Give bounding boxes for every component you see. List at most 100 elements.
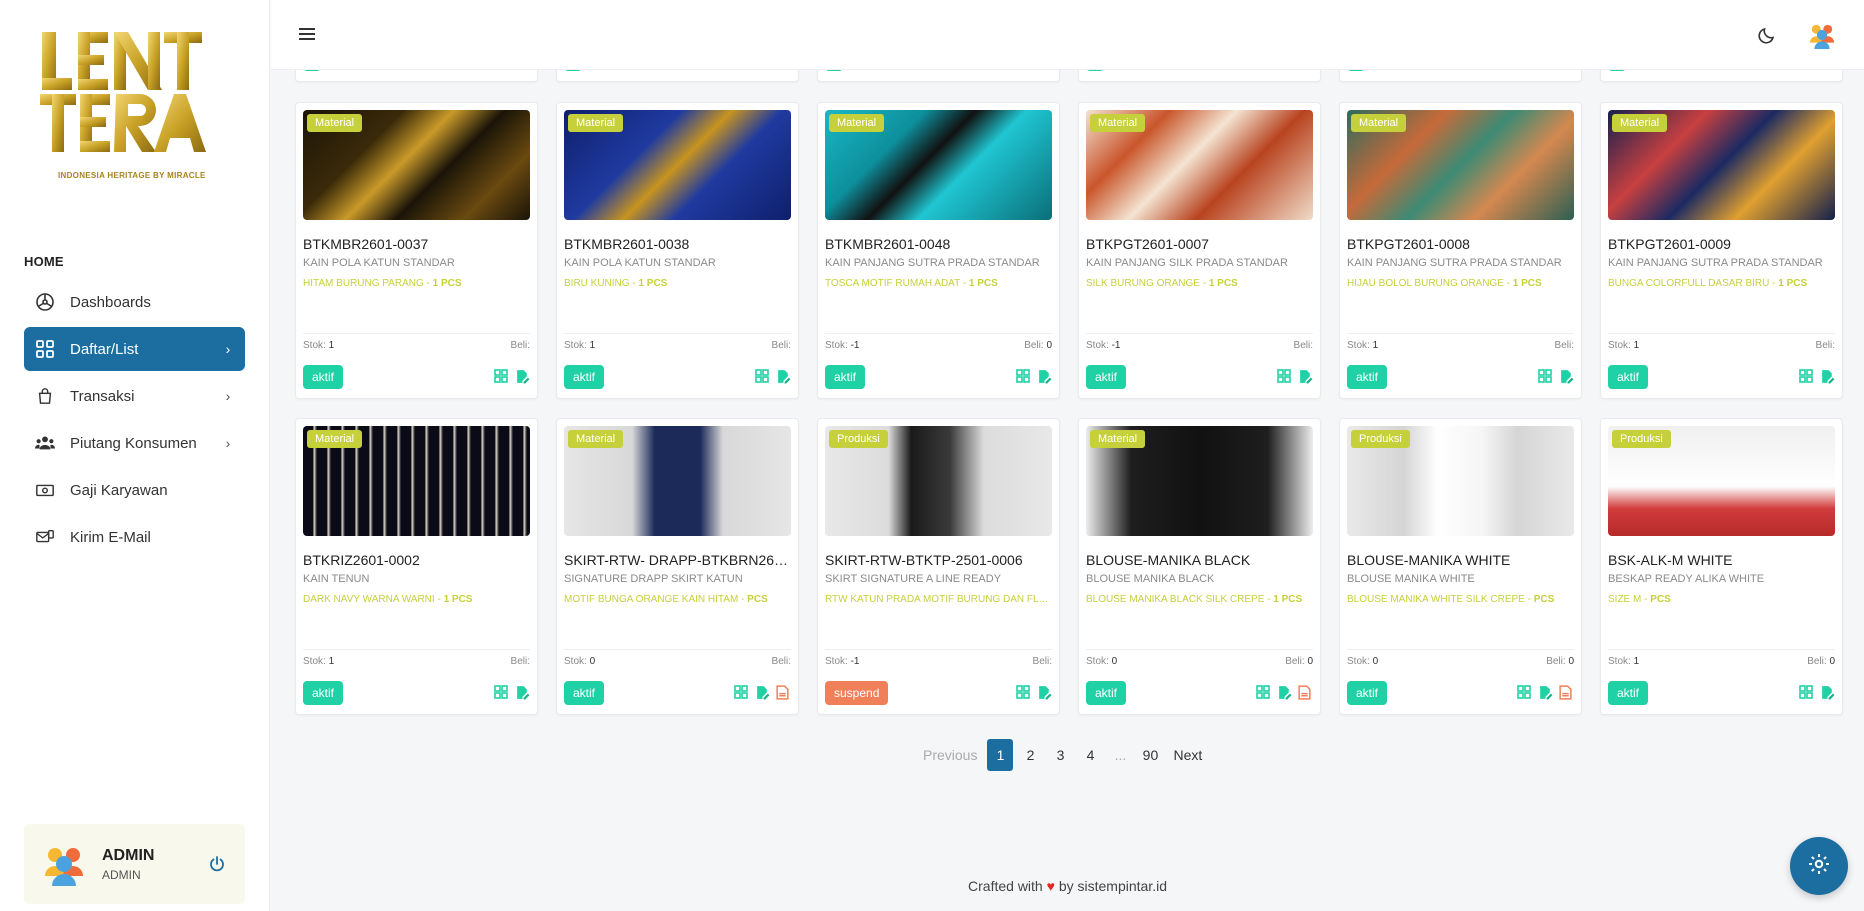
edit-icon[interactable] xyxy=(1820,369,1835,384)
product-image[interactable]: Material xyxy=(825,110,1052,220)
product-image[interactable]: Material xyxy=(564,426,791,536)
product-image[interactable]: Material xyxy=(1608,110,1835,220)
sidebar-item-piutang-konsumen[interactable]: Piutang Konsumen › xyxy=(24,421,245,465)
status-badge[interactable]: suspend xyxy=(825,681,889,705)
product-code: SKIRT-RTW- DRAPP-BTKBRN2601-0001 xyxy=(564,552,794,568)
edit-icon[interactable] xyxy=(1538,685,1553,700)
edit-icon[interactable] xyxy=(1820,685,1835,700)
product-card[interactable]: Material BTKPGT2601-0007 KAIN PANJANG SI… xyxy=(1078,102,1321,399)
footer-prefix: Crafted with xyxy=(968,878,1043,894)
status-badge[interactable]: aktif xyxy=(1347,365,1388,389)
product-card[interactable]: Material BTKMBR2601-0037 KAIN POLA KATUN… xyxy=(295,102,538,399)
pagination-page-4[interactable]: 4 xyxy=(1077,739,1103,771)
status-badge[interactable]: aktif xyxy=(303,681,344,705)
product-card[interactable]: Produksi BLOUSE-MANIKA WHITE BLOUSE MANI… xyxy=(1339,418,1582,715)
qr-code-icon[interactable] xyxy=(1799,369,1814,384)
qr-code-icon[interactable] xyxy=(1517,685,1532,700)
qr-code-icon[interactable] xyxy=(1016,369,1031,384)
sidebar-item-transaksi[interactable]: Transaksi › xyxy=(24,374,245,418)
moon-icon[interactable] xyxy=(1757,25,1777,45)
product-image[interactable]: Material xyxy=(1086,110,1313,220)
qr-code-icon[interactable] xyxy=(1016,685,1031,700)
edit-icon[interactable] xyxy=(515,685,530,700)
pagination-page-2[interactable]: 2 xyxy=(1017,739,1043,771)
product-image[interactable]: Material xyxy=(303,426,530,536)
stock-info: Stok: 0 xyxy=(564,656,595,667)
brand-logo[interactable]: INDONESIA HERITAGE BY MIRACLE xyxy=(36,28,236,188)
category-badge: Material xyxy=(568,430,624,448)
product-card[interactable]: Material BTKRIZ2601-0002 KAIN TENUN DARK… xyxy=(295,418,538,715)
product-image[interactable]: Material xyxy=(1086,426,1313,536)
status-badge[interactable]: aktif xyxy=(564,681,605,705)
status-badge[interactable]: aktif xyxy=(564,365,605,389)
pagination-next[interactable]: Next xyxy=(1167,739,1204,771)
edit-icon[interactable] xyxy=(515,369,530,384)
document-icon[interactable] xyxy=(1298,685,1313,700)
edit-icon[interactable] xyxy=(1559,369,1574,384)
edit-icon[interactable] xyxy=(1298,369,1313,384)
sidebar-item-daftar-list[interactable]: Daftar/List › xyxy=(24,327,245,371)
product-card[interactable]: Material SKIRT-RTW- DRAPP-BTKBRN2601-000… xyxy=(556,418,799,715)
edit-icon[interactable] xyxy=(1037,369,1052,384)
document-icon[interactable] xyxy=(776,685,791,700)
qr-code-icon[interactable] xyxy=(1256,685,1271,700)
product-image[interactable]: Produksi xyxy=(1347,426,1574,536)
variant-qty: 1 PCS xyxy=(1208,278,1238,289)
qr-code-icon[interactable] xyxy=(494,369,509,384)
edit-icon[interactable] xyxy=(1277,685,1292,700)
product-card[interactable]: Material BLOUSE-MANIKA BLACK BLOUSE MANI… xyxy=(1078,418,1321,715)
qr-code-icon[interactable] xyxy=(1799,685,1814,700)
qr-code-icon[interactable] xyxy=(1277,369,1292,384)
status-badge[interactable]: aktif xyxy=(825,365,866,389)
money-icon xyxy=(34,479,56,501)
product-card[interactable]: Material BTKPGT2601-0009 KAIN PANJANG SU… xyxy=(1600,102,1843,399)
edit-icon[interactable] xyxy=(755,685,770,700)
qr-code-icon[interactable] xyxy=(734,685,749,700)
qr-code-icon[interactable] xyxy=(755,369,770,384)
pagination-page-1[interactable]: 1 xyxy=(987,739,1014,771)
product-card[interactable]: Produksi SKIRT-RTW-BTKTP-2501-0006 SKIRT… xyxy=(817,418,1060,715)
product-image[interactable]: Material xyxy=(1347,110,1574,220)
status-badge[interactable]: aktif xyxy=(1086,365,1127,389)
status-badge[interactable]: aktif xyxy=(1347,681,1388,705)
sidebar-item-dashboards[interactable]: Dashboards xyxy=(24,280,245,324)
product-image[interactable]: Material xyxy=(303,110,530,220)
edit-icon[interactable] xyxy=(1037,685,1052,700)
stock-value: 1 xyxy=(589,340,596,351)
stock-label: Stok: xyxy=(825,340,848,351)
stock-label: Stok: xyxy=(1347,340,1370,351)
power-icon[interactable] xyxy=(207,854,227,874)
qr-code-icon[interactable] xyxy=(494,685,509,700)
status-badge[interactable]: aktif xyxy=(303,365,344,389)
product-card[interactable]: Produksi BSK-ALK-M WHITE BESKAP READY AL… xyxy=(1600,418,1843,715)
sidebar-item-gaji-karyawan[interactable]: Gaji Karyawan xyxy=(24,468,245,512)
status-badge[interactable]: aktif xyxy=(1086,681,1127,705)
avatar[interactable] xyxy=(1808,21,1836,49)
product-image[interactable]: Material xyxy=(564,110,791,220)
product-card[interactable]: Material BTKPGT2601-0008 KAIN PANJANG SU… xyxy=(1339,102,1582,399)
menu-icon[interactable] xyxy=(299,27,315,41)
status-badge[interactable]: aktif xyxy=(1608,365,1649,389)
pagination-page-last[interactable]: 90 xyxy=(1137,739,1163,771)
pagination-previous[interactable]: Previous xyxy=(921,739,983,771)
product-description: BLOUSE MANIKA BLACK xyxy=(1086,573,1215,585)
user-name: ADMIN xyxy=(102,846,155,864)
product-card[interactable]: Material BTKMBR2601-0048 KAIN PANJANG SU… xyxy=(817,102,1060,399)
footer-site-link[interactable]: sistempintar.id xyxy=(1078,878,1167,894)
product-card[interactable]: Material BTKMBR2601-0038 KAIN POLA KATUN… xyxy=(556,102,799,399)
settings-button[interactable] xyxy=(1790,837,1848,895)
avatar[interactable] xyxy=(42,842,86,886)
product-image[interactable]: Produksi xyxy=(825,426,1052,536)
status-badge[interactable]: aktif xyxy=(1608,681,1649,705)
pagination-page-3[interactable]: 3 xyxy=(1047,739,1073,771)
product-code: BTKMBR2601-0037 xyxy=(303,236,429,252)
purchase-value: 0 xyxy=(1829,656,1835,667)
sidebar-item-kirim-email[interactable]: Kirim E-Mail xyxy=(24,515,245,559)
product-image[interactable]: Produksi xyxy=(1608,426,1835,536)
stock-value: -1 xyxy=(850,656,860,667)
product-description: BESKAP READY ALIKA WHITE xyxy=(1608,573,1765,585)
edit-icon[interactable] xyxy=(776,369,791,384)
qr-code-icon[interactable] xyxy=(1538,369,1553,384)
document-icon[interactable] xyxy=(1559,685,1574,700)
category-badge: Produksi xyxy=(1351,430,1410,448)
